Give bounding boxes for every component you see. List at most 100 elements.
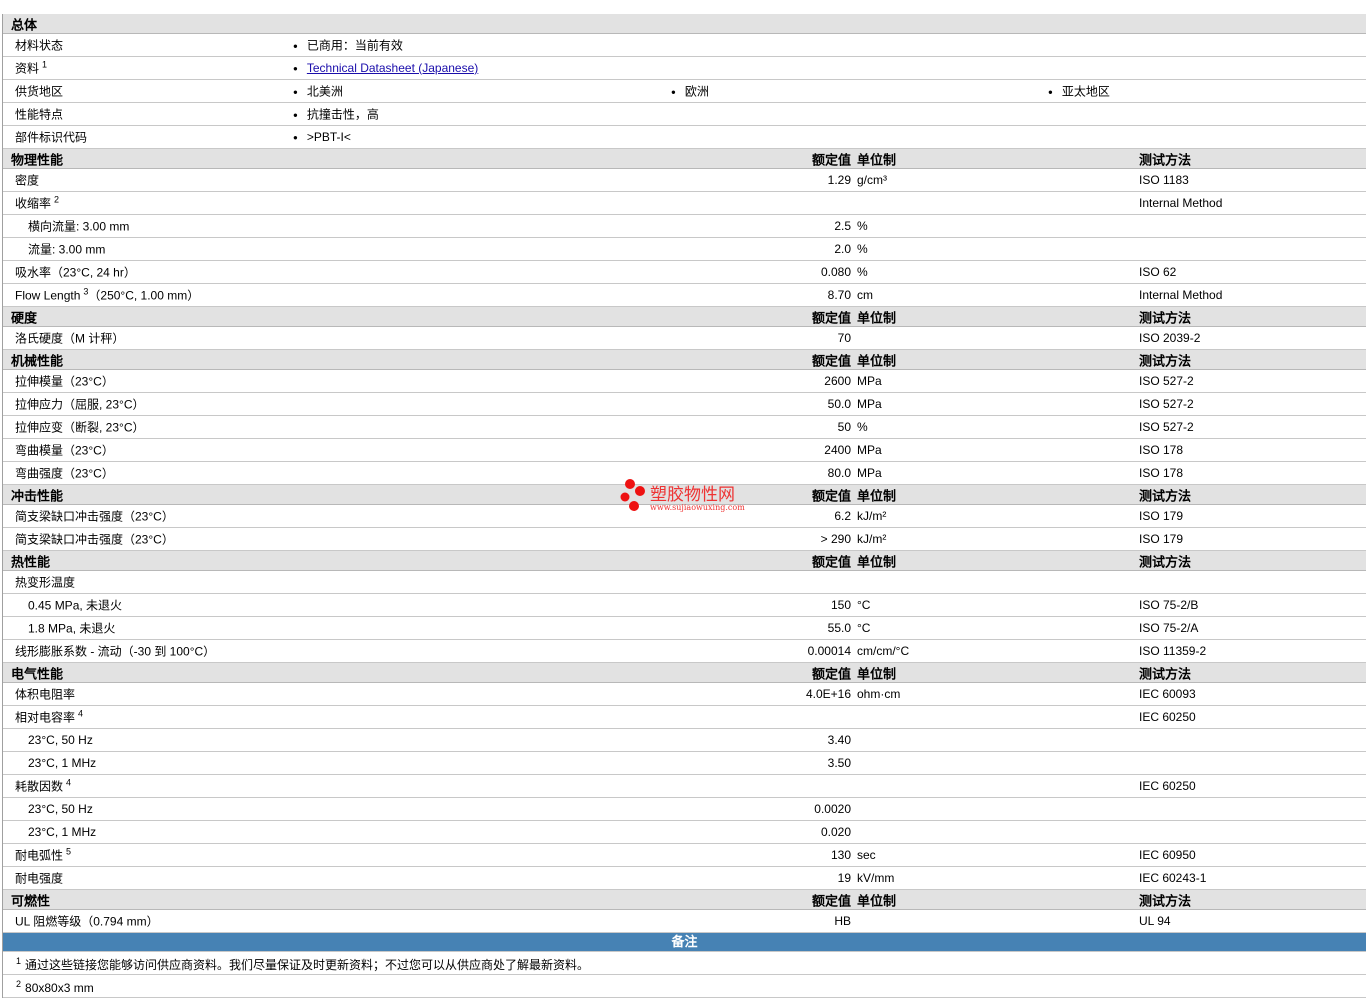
property-label: 部件标识代码 (15, 129, 87, 146)
property-unit: ohm·cm (857, 687, 901, 701)
table-row: 1.8 MPa, 未退火 55.0 °C ISO 75-2/A (3, 617, 1366, 640)
column-header-test: 测试方法 (1139, 488, 1192, 503)
list-item: 已商用：当前有效 (293, 37, 403, 54)
table-row: 耗散因数 4 IEC 60250 (3, 775, 1366, 798)
table-row: 收缩率 2 Internal Method (3, 192, 1366, 215)
table-row: 拉伸应变（断裂, 23°C） 50% ISO 527-2 (3, 416, 1366, 439)
property-unit: °C (857, 621, 871, 635)
footnote-text: 1 通过这些链接您能够访问供应商资料。我们尽量保证及时更新资料；不过您可以从供应商… (13, 956, 589, 973)
footnote-body: 80x80x3 mm (25, 981, 94, 995)
column-header-value: 额定值 (811, 488, 851, 503)
column-header-unit: 单位制 (857, 488, 897, 503)
property-unit: kJ/m² (857, 532, 887, 546)
property-unit: kJ/m² (857, 509, 887, 523)
table-row: 23°C, 50 Hz 3.40 (3, 729, 1366, 752)
footnote-ref: 4 (78, 708, 84, 719)
column-header-unit: 单位制 (857, 353, 897, 368)
property-label: 线形膨胀系数 - 流动（-30 到 100°C） (15, 643, 215, 660)
test-method: IEC 60950 (1139, 848, 1196, 862)
test-method: ISO 1183 (1139, 173, 1189, 187)
property-label: 吸水率（23°C, 24 hr） (15, 264, 136, 281)
section-header: 物理性能 额定值 单位制 测试方法 (3, 149, 1366, 169)
table-row: 0.45 MPa, 未退火 150 °C ISO 75-2/B (3, 594, 1366, 617)
property-unit: MPa (857, 443, 882, 457)
label-text: 吸水率（23°C, 24 hr） (15, 265, 136, 280)
column-header-value: 额定值 (811, 666, 851, 681)
label-text: 供货地区 (15, 84, 64, 99)
test-method: UL 94 (1139, 914, 1171, 928)
datasheet-link[interactable]: Technical Datasheet (Japanese) (307, 61, 478, 75)
test-method: IEC 60093 (1139, 687, 1196, 701)
table-row: 拉伸应力（屈服, 23°C） 50.0 MPa ISO 527-2 (3, 393, 1366, 416)
table-row: 吸水率（23°C, 24 hr） 0.080% ISO 62 (3, 261, 1366, 284)
watermark-url: www.sujiaowuxing.com (650, 503, 745, 512)
table-row: UL 阻燃等级（0.794 mm） HB UL 94 (3, 910, 1366, 933)
column-header-test: 测试方法 (1139, 152, 1192, 167)
section-title: 硬度 (11, 310, 38, 325)
table-row: 简支梁缺口冲击强度（23°C） > 290 kJ/m² ISO 179 (3, 528, 1366, 551)
list-item: 亚太地区 (1048, 83, 1110, 100)
footnote-number: 2 (16, 979, 22, 989)
property-label: 流量: 3.00 mm (28, 241, 105, 258)
property-label: 简支梁缺口冲击强度（23°C） (15, 531, 174, 548)
property-value: 150 (830, 598, 851, 612)
property-value: 6.2 (834, 509, 851, 523)
label-text: 资料 (15, 61, 40, 76)
watermark-name: 塑胶物性网 (650, 485, 735, 505)
property-label: 洛氏硬度（M 计秤） (15, 330, 124, 347)
property-value: HB (834, 914, 851, 928)
label-text: 1.8 MPa, 未退火 (28, 621, 116, 636)
table-row: 耐电弧性 5 130 sec IEC 60950 (3, 844, 1366, 867)
property-value: 80.0 (827, 466, 851, 480)
property-label: 23°C, 1 MHz (28, 825, 96, 839)
label-text: 材料状态 (15, 38, 64, 53)
property-label: 0.45 MPa, 未退火 (28, 597, 122, 614)
property-label: 23°C, 50 Hz (28, 733, 93, 747)
table-row: 横向流量: 3.00 mm 2.5% (3, 215, 1366, 238)
column-header-test: 测试方法 (1139, 666, 1192, 681)
test-method: Internal Method (1139, 288, 1223, 302)
column-header-test: 测试方法 (1139, 310, 1192, 325)
label-condition: （250°C, 1.00 mm） (88, 288, 200, 303)
footnote-number: 1 (16, 956, 22, 966)
test-method: ISO 179 (1139, 509, 1184, 523)
table-row: 材料状态 已商用：当前有效 (3, 34, 1366, 57)
test-method: ISO 178 (1139, 443, 1184, 457)
footnote-body: 通过这些链接您能够访问供应商资料。我们尽量保证及时更新资料；不过您可以从供应商处… (25, 958, 590, 972)
property-label: 性能特点 (15, 106, 63, 123)
property-value: 2.5 (834, 219, 851, 233)
table-row: 体积电阻率 4.0E+16 ohm·cm IEC 60093 (3, 683, 1366, 706)
property-unit: cm/cm/°C (857, 644, 910, 658)
property-unit: kV/mm (857, 871, 895, 885)
property-label: 23°C, 50 Hz (28, 802, 93, 816)
property-value: 3.50 (827, 756, 851, 770)
column-header-unit: 单位制 (857, 310, 897, 325)
list-item: 北美洲 (293, 83, 343, 100)
table-row: 相对电容率 4 IEC 60250 (3, 706, 1366, 729)
column-header-value: 额定值 (811, 353, 851, 368)
property-label: 收缩率 2 (15, 195, 59, 212)
table-row: 洛氏硬度（M 计秤） 70 ISO 2039-2 (3, 327, 1366, 350)
property-value: 50.0 (827, 397, 851, 411)
label-text: 0.45 MPa, 未退火 (28, 598, 123, 613)
footnote-ref: 1 (42, 59, 48, 70)
property-value: 19 (837, 871, 851, 885)
section-title: 总体 (11, 17, 38, 32)
property-value: > 290 (820, 532, 851, 546)
table-row: 性能特点 抗撞击性，高 (3, 103, 1366, 126)
column-header-unit: 单位制 (857, 152, 897, 167)
property-label: Flow Length 3（250°C, 1.00 mm） (15, 287, 199, 304)
test-method: ISO 527-2 (1139, 374, 1194, 388)
property-label: 横向流量: 3.00 mm (28, 218, 129, 235)
label-text: 弯曲模量（23°C） (15, 443, 114, 458)
property-value: 8.70 (827, 288, 851, 302)
table-row: 23°C, 1 MHz 0.020 (3, 821, 1366, 844)
table-row: Flow Length 3（250°C, 1.00 mm） 8.70 cm Intern… (3, 284, 1366, 307)
property-label: 拉伸应变（断裂, 23°C） (15, 419, 144, 436)
test-method: ISO 178 (1139, 466, 1184, 480)
property-label: 弯曲模量（23°C） (15, 442, 114, 459)
watermark-dots-icon: 塑胶物性网 www.sujiaowuxing.com (620, 479, 745, 512)
column-header-value: 额定值 (811, 152, 851, 167)
label-text: 体积电阻率 (15, 687, 76, 702)
property-unit: MPa (857, 466, 882, 480)
